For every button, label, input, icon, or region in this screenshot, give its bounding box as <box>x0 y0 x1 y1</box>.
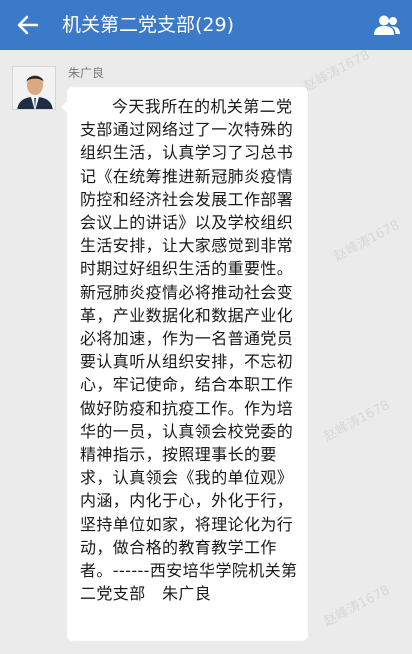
watermark: 赵峰涛1678 <box>321 397 393 445</box>
message-text: 今天我所在的机关第二党支部通过网络过了一次特殊的组织生活，认真学习了习总书记《在… <box>80 97 298 604</box>
group-members-icon <box>374 15 400 35</box>
back-button[interactable] <box>12 10 44 40</box>
watermark: 赵峰涛1678 <box>301 47 373 95</box>
sender-avatar[interactable] <box>12 66 56 110</box>
group-members-button[interactable] <box>370 11 404 39</box>
watermark: 赵峰涛1678 <box>321 582 393 630</box>
person-in-suit-avatar <box>13 67 55 109</box>
message-bubble[interactable]: 今天我所在的机关第二党支部通过网络过了一次特殊的组织生活，认真学习了习总书记《在… <box>61 87 308 641</box>
sender-name: 朱广良 <box>68 66 105 80</box>
arrow-left-icon <box>17 15 39 35</box>
chat-title: 机关第二党支部(29) <box>62 14 235 36</box>
watermark: 赵峰涛1678 <box>331 217 403 265</box>
chat-header: 机关第二党支部(29) <box>0 0 412 50</box>
